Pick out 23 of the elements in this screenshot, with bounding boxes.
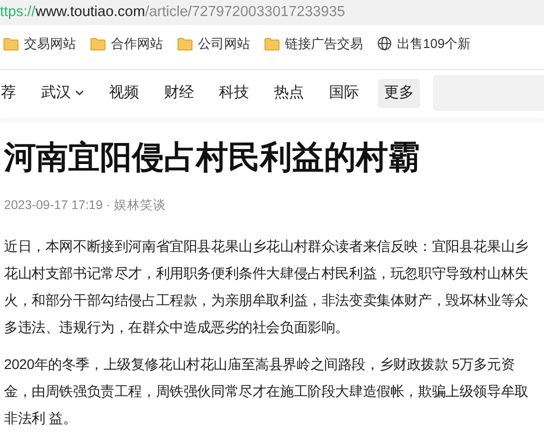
channel-tab[interactable]: 武汉: [35, 79, 90, 108]
address-bar[interactable]: ttps://www.toutiao.com/article/7279720033017233935: [0, 0, 544, 25]
folder-icon: [177, 36, 193, 51]
globe-icon: [377, 36, 392, 52]
folder-icon: [90, 36, 106, 51]
channel-tab[interactable]: 更多: [378, 79, 420, 108]
channel-tab[interactable]: 视频: [103, 79, 145, 108]
channel-tab[interactable]: 财经: [158, 79, 200, 108]
bookmark[interactable]: 链接广告交易: [264, 34, 363, 54]
channel-tab[interactable]: 科技: [213, 79, 255, 108]
article-meta: 2023-09-17 17:19 · 娱林笑谈: [4, 197, 167, 214]
channel-tab[interactable]: 热点: [268, 79, 310, 108]
bookmark[interactable]: 合作网站: [90, 34, 163, 54]
bookmark[interactable]: 交易网站: [3, 34, 76, 54]
article-title: 河南宜阳侵占村民利益的村霸: [4, 138, 421, 177]
bookmark[interactable]: 公司网站: [177, 34, 250, 54]
channel-tab[interactable]: 国际: [323, 79, 365, 108]
article-paragraph: 2020年的冬季，上级复修花山村花山庙至嵩县界岭之间路段，乡财政拨款 5万多元资金，由周铁强负责工程，周铁强伙同常尽才在施工阶段大肆造假帐，欺骗上级领导牟取非法利 益。: [4, 354, 530, 428]
bookmark[interactable]: 出售109个新: [377, 34, 471, 54]
article-paragraph: 近日，本网不断接到河南省宜阳县花果山乡花山村群众读者来信反映：宜阳县花果山乡花山村支部书记常尽才，利用职务便利条件大肆侵占村民利益，玩忽职守导致村山林失火，和部分干部勾结侵占工程款，为亲朋牟取利益，非法变卖集体财产，毁坏林业等众多违法、违规行为，在群众中造成恶劣的社会负面影响。: [4, 236, 530, 337]
channel-tab[interactable]: 荐: [0, 79, 22, 108]
folder-icon: [264, 36, 280, 51]
folder-icon: [3, 36, 19, 51]
